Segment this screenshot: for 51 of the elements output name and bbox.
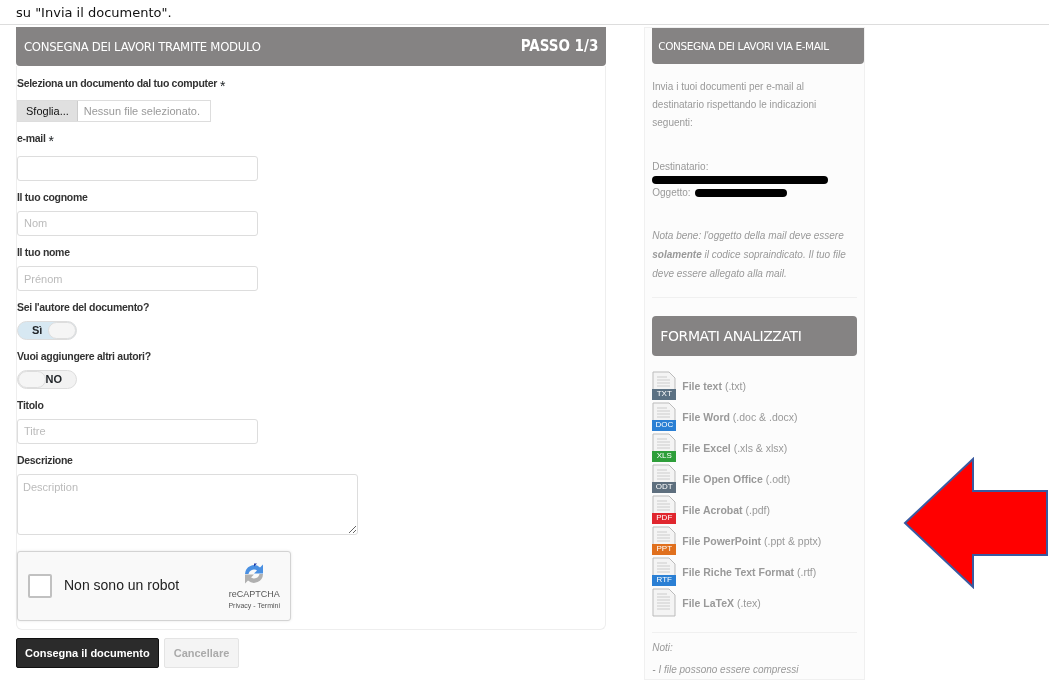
file-input[interactable]: Sfoglia... Nessun file selezionato. [17, 99, 211, 122]
step-indicator: PASSO 1/3 [520, 36, 599, 57]
toggle-switch[interactable]: Sì [17, 320, 77, 340]
caption-text: su "Invia il documento". [16, 5, 172, 20]
panel-header: FORMATI ANALIZZATI [652, 316, 857, 356]
document-icon [652, 495, 677, 524]
intro-text: Invia i tuoi documenti per e-mail al destinatario rispettando le indicazioni seguenti: [652, 80, 818, 130]
recipient-label: Destinatario: [652, 160, 710, 174]
required-mark: * [48, 132, 54, 151]
captcha-brand: reCAPTCHA [228, 587, 280, 601]
input-field[interactable]: Prénom [17, 266, 258, 291]
format-item: File Open Office (.odt) [682, 471, 791, 487]
input-field[interactable] [17, 155, 258, 181]
field-label: Il tuo nome [17, 244, 70, 260]
file-status-text: Nessun file selezionato. [82, 103, 201, 119]
captcha-label: Non sono un robot [64, 576, 181, 595]
captcha-checkbox[interactable] [28, 573, 52, 598]
format-item: File Riche Text Format (.rtf) [682, 564, 817, 580]
field-label: e-mail [17, 131, 46, 146]
document-icon [652, 588, 677, 617]
format-item: File Excel (.xls & xlsx) [682, 440, 788, 456]
format-item: File PowerPoint (.ppt & pptx) [682, 533, 822, 549]
toggle-switch[interactable]: NO [17, 369, 77, 389]
note-item: - I file possono essere compressi [652, 663, 800, 677]
format-item: File text (.txt) [682, 378, 746, 394]
note-text: Nota bene: l'oggetto della mail deve essere solamente il codice sopraindicato. Il tuo file deve essere allegato alla mail. [652, 229, 847, 281]
document-icon [652, 402, 677, 431]
field-label: Vuoi aggiungere altri autori? [17, 348, 151, 364]
browse-button[interactable]: Sfoglia... [18, 100, 78, 121]
field-label: Titolo [17, 397, 44, 413]
format-item: File Acrobat (.pdf) [682, 502, 770, 518]
field-label: Il tuo cognome [17, 189, 88, 205]
document-icon [652, 526, 677, 555]
document-icon [652, 464, 677, 493]
input-field[interactable]: Titre [17, 418, 258, 444]
document-icon [652, 557, 677, 586]
field-label: Descrizione [17, 452, 73, 468]
submit-button[interactable]: Consegna il documento [16, 637, 159, 668]
input-field[interactable]: Nom [17, 210, 258, 236]
field-label: Seleziona un documento dal tuo computer [17, 75, 218, 91]
textarea-field[interactable]: Description [17, 473, 358, 535]
required-mark: * [220, 76, 226, 96]
field-label: Sei l'autore del documento? [17, 300, 150, 315]
notes-title: Noti: [652, 641, 674, 655]
document-icon [652, 371, 677, 400]
document-icon [652, 433, 677, 462]
form-title: CONSEGNA DEI LAVORI TRAMITE MODULO [24, 37, 261, 56]
format-item: File Word (.doc & .docx) [682, 409, 798, 425]
format-item: File LaTeX (.tex) [682, 595, 761, 611]
panel-header: CONSEGNA DEI LAVORI VIA E-MAIL [652, 28, 864, 64]
subject-label: Oggetto: [652, 186, 691, 200]
